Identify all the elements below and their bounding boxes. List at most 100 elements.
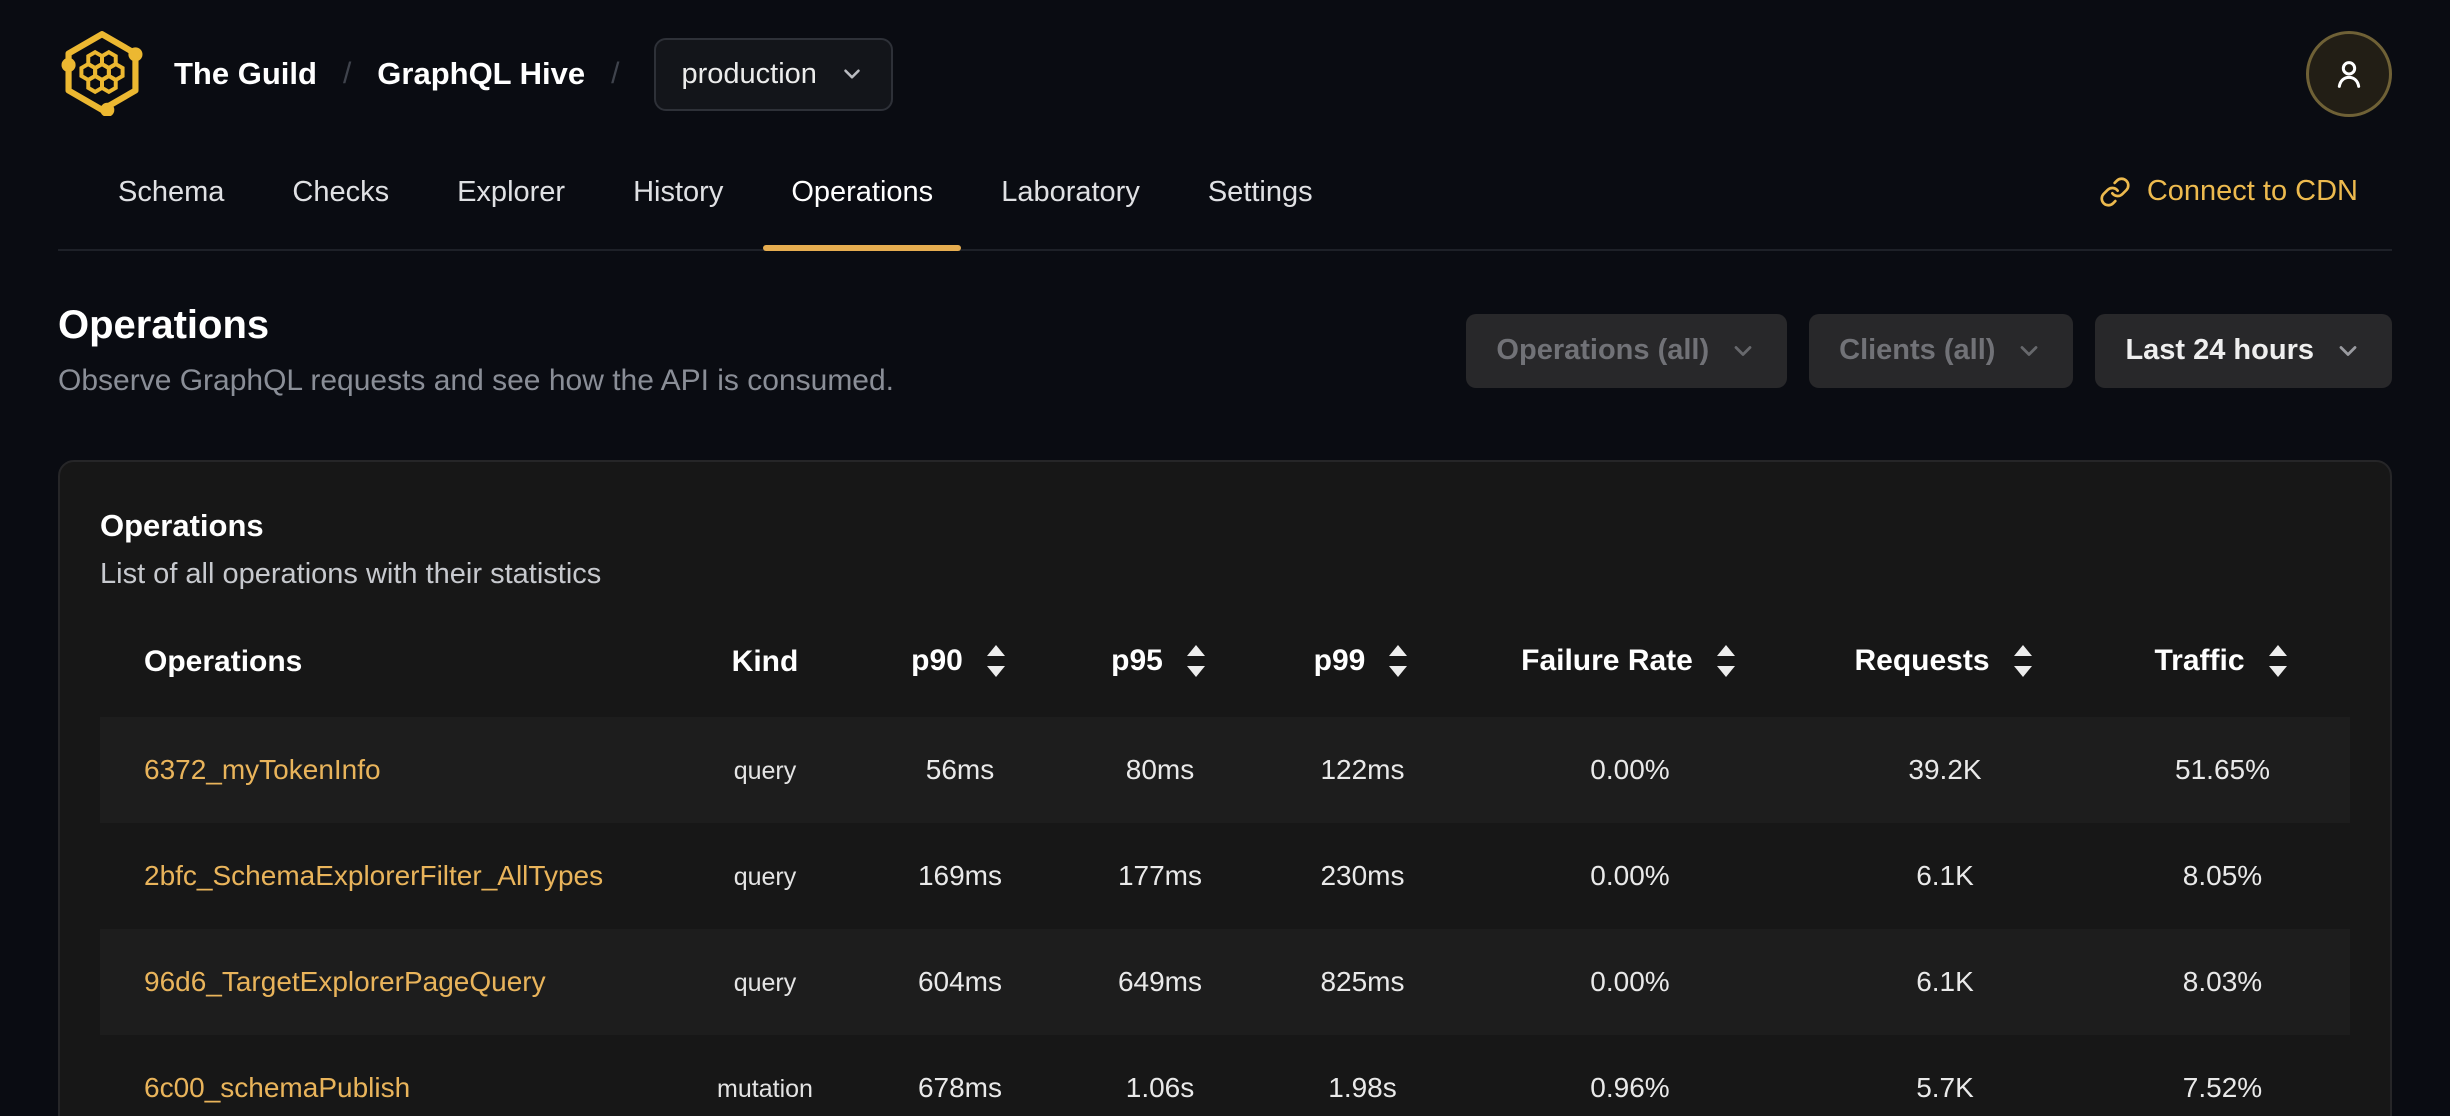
- operation-link[interactable]: 2bfc_SchemaExplorerFilter_AllTypes: [144, 860, 603, 891]
- sort-button-requests[interactable]: [2010, 641, 2036, 681]
- operations-filter-button[interactable]: Operations (all): [1466, 313, 1788, 388]
- page-title-block: Operations Observe GraphQL requests and …: [58, 303, 894, 398]
- sort-button-p99[interactable]: [1385, 641, 1411, 681]
- sort-asc-icon: [2268, 645, 2287, 656]
- cell-value-failure_rate: 0.96%: [1590, 1072, 1670, 1103]
- cell-failure_rate: 0.00%: [1465, 717, 1795, 823]
- cell-traffic: 8.03%: [2095, 929, 2350, 1035]
- cell-p95: 80ms: [1060, 717, 1260, 823]
- card-subtitle: List of all operations with their statis…: [100, 558, 602, 590]
- connect-cdn-link[interactable]: Connect to CDN: [2099, 175, 2358, 208]
- cell-failure_rate: 0.96%: [1465, 1035, 1795, 1116]
- filters: Operations (all) Clients (all) Last 24 h…: [1466, 313, 2392, 388]
- cell-name: 6c00_schemaPublish: [100, 1035, 670, 1116]
- main-nav: Schema Checks Explorer History Operations Lab…: [58, 134, 2392, 251]
- cell-value-failure_rate: 0.00%: [1590, 860, 1670, 891]
- cell-requests: 39.2K: [1795, 717, 2095, 823]
- cell-value-p99: 230ms: [1320, 860, 1405, 891]
- sort-button-failure_rate[interactable]: [1713, 641, 1739, 681]
- column-header-name: Operations: [100, 607, 670, 717]
- hive-logo-icon[interactable]: [58, 28, 146, 120]
- cell-value-kind: query: [733, 969, 797, 997]
- cell-value-p99: 1.98s: [1328, 1072, 1397, 1103]
- cell-p90: 56ms: [860, 717, 1060, 823]
- cell-traffic: 8.05%: [2095, 823, 2350, 929]
- cell-requests: 5.7K: [1795, 1035, 2095, 1116]
- chevron-down-icon: [2021, 345, 2038, 356]
- column-label-traffic: Traffic: [2154, 644, 2245, 677]
- table-header-row: Operations Kind p90 p95 p99 Failure Rate Reque…: [100, 607, 2350, 717]
- column-label-p90: p90: [911, 644, 963, 677]
- cell-value-traffic: 7.52%: [2182, 1072, 2263, 1103]
- column-label-requests: Requests: [1854, 644, 1990, 677]
- cell-kind: query: [670, 717, 860, 823]
- brand-row: The Guild / GraphQL Hive / production: [58, 26, 2392, 122]
- page-subtitle: Observe GraphQL requests and see how the…: [58, 364, 895, 397]
- sort-asc-icon: [1389, 645, 1408, 656]
- main-content: Operations Observe GraphQL requests and …: [0, 251, 2450, 1116]
- cell-name: 6372_myTokenInfo: [100, 717, 670, 823]
- main-nav-tabs: Schema Checks Explorer History Operations Lab…: [84, 134, 1347, 251]
- column-label-p95: p95: [1111, 644, 1163, 677]
- sort-asc-icon: [986, 645, 1005, 656]
- period-filter-button[interactable]: Last 24 hours: [2095, 313, 2392, 388]
- page-title: Operations: [58, 303, 270, 347]
- cell-failure_rate: 0.00%: [1465, 929, 1795, 1035]
- sort-desc-icon: [2013, 666, 2032, 677]
- table-row: 6372_myTokenInfo query 56ms 80ms 122ms 0.00% 3…: [100, 717, 2350, 823]
- breadcrumb-project[interactable]: GraphQL Hive: [377, 56, 585, 92]
- sort-button-p95[interactable]: [1183, 641, 1209, 681]
- cell-value-p90: 604ms: [917, 966, 1003, 997]
- cell-value-requests: 6.1K: [1916, 966, 1974, 997]
- cell-name: 2bfc_SchemaExplorerFilter_AllTypes: [100, 823, 670, 929]
- cell-p95: 177ms: [1060, 823, 1260, 929]
- cell-value-requests: 5.7K: [1916, 1072, 1974, 1103]
- breadcrumb-org[interactable]: The Guild: [174, 56, 317, 92]
- cell-p90: 604ms: [860, 929, 1060, 1035]
- chevron-down-icon: [2339, 345, 2357, 356]
- user-avatar[interactable]: [2306, 31, 2392, 117]
- column-header-p90: p90: [860, 607, 1060, 717]
- sort-button-traffic[interactable]: [2265, 641, 2291, 681]
- cell-value-kind: query: [733, 757, 797, 785]
- cell-name: 96d6_TargetExplorerPageQuery: [100, 929, 670, 1035]
- sort-desc-icon: [986, 666, 1005, 677]
- sort-button-p90[interactable]: [983, 641, 1009, 681]
- cell-value-requests: 39.2K: [1908, 754, 1982, 785]
- target-selector[interactable]: production: [653, 37, 893, 111]
- sort-asc-icon: [1716, 645, 1735, 656]
- cell-value-p95: 177ms: [1117, 860, 1203, 891]
- column-label-failure_rate: Failure Rate: [1521, 644, 1693, 677]
- table-row: 6c00_schemaPublish mutation 678ms 1.06s 1.98…: [100, 1035, 2350, 1116]
- sort-desc-icon: [1716, 666, 1735, 677]
- cell-p99: 1.98s: [1260, 1035, 1465, 1116]
- card-title: Operations: [100, 508, 264, 543]
- column-label-p99: p99: [1313, 644, 1366, 677]
- clients-filter-button[interactable]: Clients (all): [1809, 313, 2074, 388]
- breadcrumb: The Guild / GraphQL Hive / production: [174, 37, 893, 111]
- cell-kind: query: [670, 929, 860, 1035]
- tab-operations[interactable]: Operations: [757, 134, 967, 251]
- table-row: 96d6_TargetExplorerPageQuery query 604ms 64…: [100, 929, 2350, 1035]
- column-header-p99: p99: [1260, 607, 1465, 717]
- period-filter-label: Last 24 hours: [2125, 334, 2314, 366]
- cell-value-failure_rate: 0.00%: [1590, 754, 1670, 785]
- tab-explorer[interactable]: Explorer: [423, 134, 599, 249]
- tab-history[interactable]: History: [599, 134, 757, 249]
- tab-settings[interactable]: Settings: [1174, 134, 1347, 249]
- target-selector-label: production: [681, 57, 817, 90]
- operation-link[interactable]: 96d6_TargetExplorerPageQuery: [144, 966, 546, 997]
- sort-desc-icon: [1389, 666, 1408, 677]
- cell-failure_rate: 0.00%: [1465, 823, 1795, 929]
- operation-link[interactable]: 6c00_schemaPublish: [144, 1072, 410, 1103]
- cell-value-traffic: 51.65%: [2175, 754, 2270, 785]
- tab-laboratory[interactable]: Laboratory: [967, 134, 1174, 249]
- tab-checks[interactable]: Checks: [258, 134, 423, 249]
- cell-requests: 6.1K: [1795, 929, 2095, 1035]
- page-head: Operations Observe GraphQL requests and …: [58, 303, 2392, 398]
- cell-value-p90: 169ms: [917, 860, 1003, 891]
- breadcrumb-separator: /: [611, 57, 620, 90]
- operation-link[interactable]: 6372_myTokenInfo: [144, 754, 381, 785]
- cell-value-kind: mutation: [717, 1075, 813, 1103]
- tab-schema[interactable]: Schema: [84, 134, 258, 249]
